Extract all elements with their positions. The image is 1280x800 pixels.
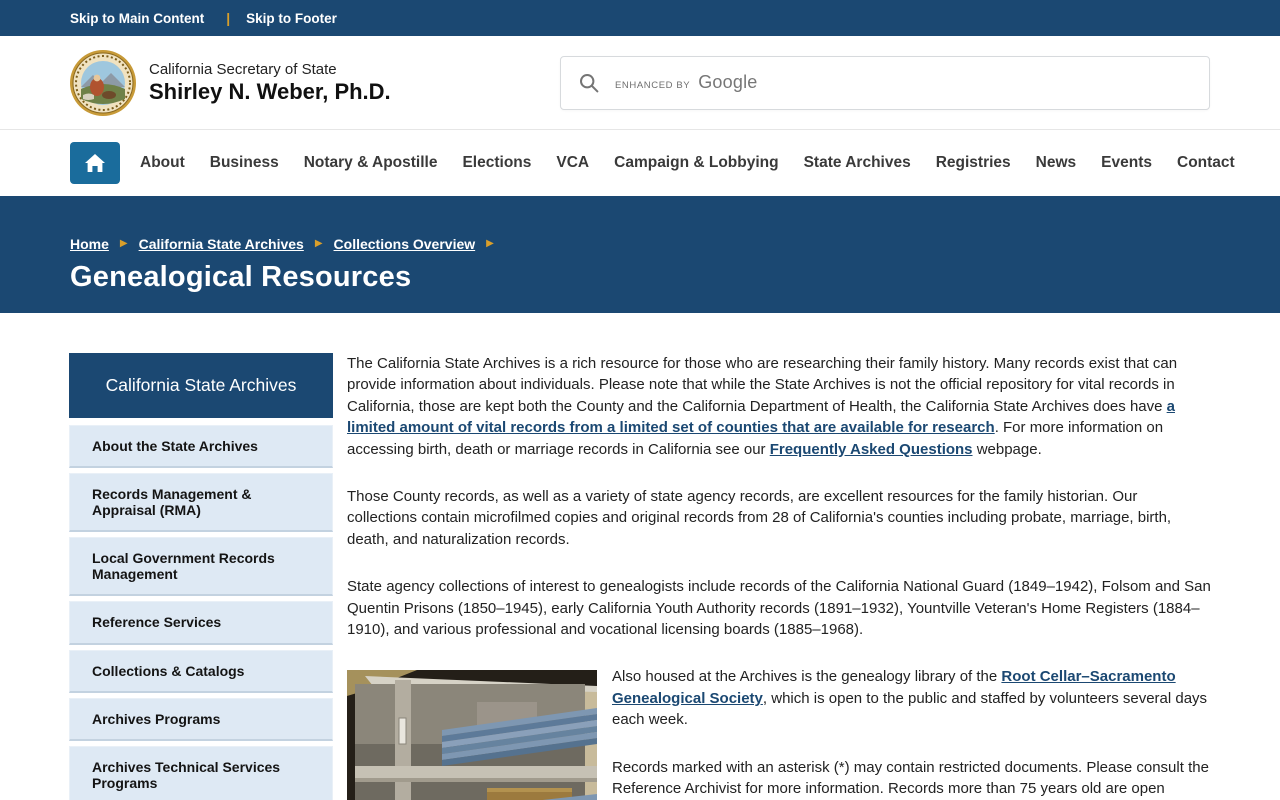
sidebar-item-records-management-appraisal[interactable]: Records Management & Appraisal (RMA): [69, 473, 333, 533]
site-header: California Secretary of State Shirley N.…: [0, 36, 1280, 130]
archive-shelves-photo: [347, 670, 597, 800]
breadcrumb-link-collections-overview[interactable]: Collections Overview: [334, 236, 476, 252]
main-nav: About Business Notary & Apostille Electi…: [0, 130, 1280, 196]
sidebar-item-about-state-archives[interactable]: About the State Archives: [69, 425, 333, 469]
skip-bar: Skip to Main Content | Skip to Footer: [0, 0, 1280, 36]
search-input[interactable]: [561, 56, 1209, 109]
sidebar: California State Archives About the Stat…: [69, 353, 333, 800]
paragraph-state-agency: State agency collections of interest to …: [347, 578, 1211, 639]
sidebar-item-collections-catalogs[interactable]: Collections & Catalogs: [69, 649, 333, 693]
breadcrumb-link-state-archives[interactable]: California State Archives: [139, 236, 304, 252]
nav-item-vca[interactable]: VCA: [556, 154, 589, 172]
breadcrumb: Home ▶ California State Archives ▶ Colle…: [70, 236, 1210, 252]
sidebar-item-archives-programs[interactable]: Archives Programs: [69, 697, 333, 741]
sidebar-item-archives-technical-services[interactable]: Archives Technical Services Programs: [69, 745, 333, 800]
california-seal-icon: [70, 49, 136, 116]
nav-item-state-archives[interactable]: State Archives: [804, 154, 911, 172]
paragraph-county-records: Those County records, as well as a varie…: [347, 488, 1172, 548]
page-title: Genealogical Resources: [70, 261, 412, 293]
paragraph-text: The California State Archives is a rich …: [347, 355, 1178, 415]
skip-separator: |: [226, 10, 231, 26]
sidebar-item-local-government-records[interactable]: Local Government Records Management: [69, 537, 333, 597]
nav-item-events[interactable]: Events: [1101, 154, 1152, 172]
breadcrumb-separator-icon: ▶: [486, 238, 494, 249]
breadcrumb-link-home[interactable]: Home: [70, 236, 109, 252]
nav-item-about[interactable]: About: [140, 154, 185, 172]
sidebar-item-reference-services[interactable]: Reference Services: [69, 601, 333, 645]
search-box[interactable]: ENHANCED BY Google: [560, 55, 1210, 110]
home-button[interactable]: [70, 142, 120, 184]
agency-name: California Secretary of State: [149, 60, 337, 78]
nav-item-elections[interactable]: Elections: [462, 154, 531, 172]
sidebar-title: California State Archives: [69, 353, 333, 418]
skip-to-main-link[interactable]: Skip to Main Content: [70, 11, 204, 26]
breadcrumb-separator-icon: ▶: [119, 238, 128, 249]
nav-item-campaign-lobbying[interactable]: Campaign & Lobbying: [614, 154, 778, 172]
media-block: Also housed at the Archives is the genea…: [347, 666, 1211, 800]
content-area: California State Archives About the Stat…: [0, 313, 1280, 800]
faq-link[interactable]: Frequently Asked Questions: [770, 441, 973, 458]
skip-to-footer-link[interactable]: Skip to Footer: [246, 11, 337, 26]
officer-name: Shirley N. Weber, Ph.D.: [149, 78, 391, 104]
nav-item-contact[interactable]: Contact: [1177, 154, 1235, 172]
nav-item-notary-apostille[interactable]: Notary & Apostille: [304, 154, 438, 172]
home-icon: [85, 154, 105, 172]
nav-item-news[interactable]: News: [1036, 154, 1077, 172]
paragraph-text: Also housed at the Archives is the genea…: [612, 668, 1002, 686]
breadcrumb-separator-icon: ▶: [314, 238, 323, 249]
page: Skip to Main Content | Skip to Footer Ca…: [0, 0, 1280, 800]
main-content: The California State Archives is a rich …: [347, 353, 1211, 800]
nav-item-business[interactable]: Business: [210, 154, 279, 172]
paragraph-intro: The California State Archives is a rich …: [347, 353, 1211, 460]
nav-item-registries[interactable]: Registries: [936, 154, 1011, 172]
paragraph-text: webpage.: [972, 440, 1042, 458]
hero-band: Home ▶ California State Archives ▶ Colle…: [0, 196, 1280, 313]
state-seal-logo[interactable]: [69, 49, 137, 117]
header-titles: California Secretary of State Shirley N.…: [149, 61, 391, 105]
